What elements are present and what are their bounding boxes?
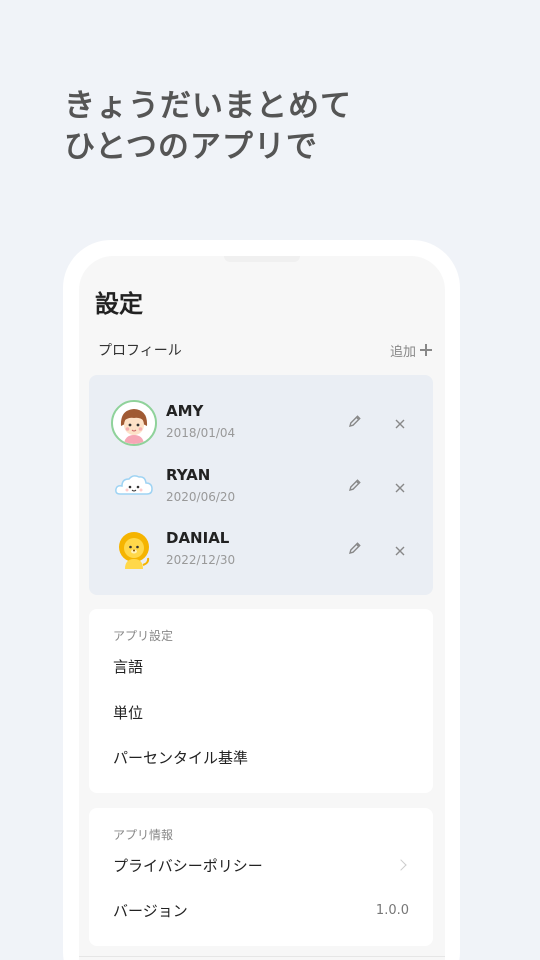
profile-row-ryan[interactable]: RYAN 2020/06/20 [89,460,433,516]
profile-section-label: プロフィール [98,343,182,359]
lion-avatar-icon [111,527,157,573]
settings-item-label: 言語 [113,657,144,676]
privacy-policy-item[interactable]: プライバシーポリシー [113,853,409,877]
close-icon[interactable] [394,542,406,556]
close-icon[interactable] [394,479,406,493]
profile-list: AMY 2018/01/04 RYAN 2020/06/20 DANIAL 20… [89,375,433,595]
settings-screen: 設定 プロフィール 追加 AMY 2018/01/04 RYAN 2020/06… [79,256,445,960]
profile-name: RYAN [166,466,211,484]
cloud-avatar-icon [111,464,157,510]
phone-notch [224,256,300,262]
profile-row-danial[interactable]: DANIAL 2022/12/30 [89,523,433,579]
profile-birthdate: 2020/06/20 [166,490,236,504]
profile-name: AMY [166,402,204,420]
pencil-icon[interactable] [347,413,363,429]
version-item: バージョン 1.0.0 [113,898,409,922]
page-title: 設定 [95,290,143,318]
app-settings-card: アプリ設定 言語 単位 パーセンタイル基準 [89,609,433,793]
plus-icon [420,344,432,356]
version-value: 1.0.0 [375,902,409,918]
settings-item-language[interactable]: 言語 [113,654,409,678]
profile-row-amy[interactable]: AMY 2018/01/04 [89,396,433,452]
pencil-icon[interactable] [347,477,363,493]
girl-avatar-icon [111,400,157,446]
settings-item-percentile[interactable]: パーセンタイル基準 [113,745,409,769]
headline-line-2: ひとつのアプリで [64,129,318,165]
profile-birthdate: 2018/01/04 [166,426,236,440]
version-label: バージョン [113,901,188,920]
pencil-icon[interactable] [347,540,363,556]
settings-item-label: パーセンタイル基準 [113,748,249,767]
add-profile-label: 追加 [389,344,416,360]
divider [79,956,445,957]
headline-line-1: きょうだいまとめて [64,88,352,124]
app-info-card: アプリ情報 プライバシーポリシー バージョン 1.0.0 [89,808,433,946]
add-profile-button[interactable]: 追加 [390,341,432,360]
profile-name: DANIAL [166,529,230,547]
app-settings-heading: アプリ設定 [113,629,174,643]
chevron-right-icon [395,859,407,871]
headline: きょうだいまとめて ひとつのアプリで [64,86,352,168]
privacy-policy-label: プライバシーポリシー [113,856,263,875]
close-icon[interactable] [394,415,406,429]
settings-item-units[interactable]: 単位 [113,700,409,724]
app-info-heading: アプリ情報 [113,828,174,842]
profile-birthdate: 2022/12/30 [166,553,236,567]
profile-section-header: プロフィール 追加 [98,340,432,360]
settings-item-label: 単位 [113,703,144,722]
